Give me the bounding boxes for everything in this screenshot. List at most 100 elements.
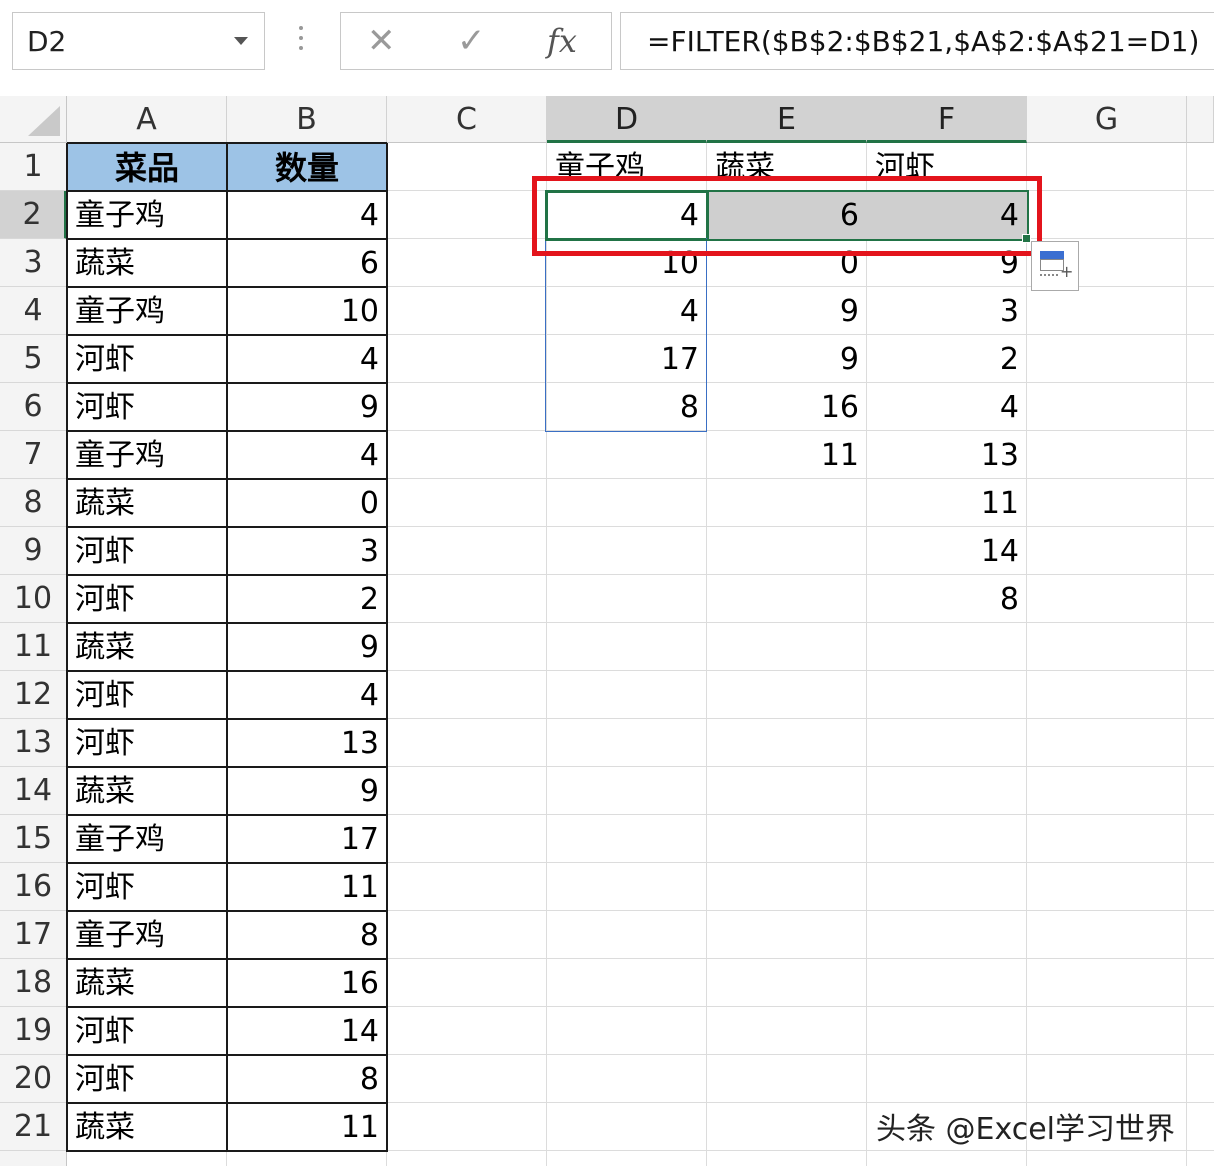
row-header-next[interactable] (0, 1151, 67, 1166)
dish-cell[interactable]: 河虾 (67, 863, 227, 911)
column-header-next[interactable] (1187, 96, 1214, 143)
row-header-9[interactable]: 9 (0, 527, 67, 575)
row-header-8[interactable]: 8 (0, 479, 67, 527)
quantity-cell[interactable]: 16 (227, 959, 387, 1007)
dish-cell[interactable]: 河虾 (67, 527, 227, 575)
select-all-button[interactable] (0, 96, 67, 143)
filter-result-cell[interactable]: 14 (867, 527, 1027, 575)
row-header-13[interactable]: 13 (0, 719, 67, 767)
quantity-cell[interactable]: 4 (227, 671, 387, 719)
quantity-cell[interactable]: 9 (227, 767, 387, 815)
filter-result-cell[interactable]: 8 (867, 575, 1027, 623)
row-header-2[interactable]: 2 (0, 191, 67, 239)
quantity-cell[interactable]: 2 (227, 575, 387, 623)
drag-handle-icon[interactable] (296, 26, 306, 56)
dish-cell[interactable]: 童子鸡 (67, 287, 227, 335)
dish-cell[interactable]: 蔬菜 (67, 959, 227, 1007)
dish-cell[interactable]: 河虾 (67, 719, 227, 767)
enter-icon[interactable]: ✓ (457, 21, 486, 61)
quantity-cell[interactable]: 4 (227, 191, 387, 239)
cancel-icon[interactable]: ✕ (367, 21, 396, 61)
row-header-18[interactable]: 18 (0, 959, 67, 1007)
row-header-4[interactable]: 4 (0, 287, 67, 335)
filter-result-cell[interactable]: 9 (707, 287, 867, 335)
dish-cell[interactable]: 童子鸡 (67, 911, 227, 959)
dish-cell[interactable]: 童子鸡 (67, 815, 227, 863)
column-header-e[interactable]: E (707, 96, 867, 143)
quantity-cell[interactable]: 14 (227, 1007, 387, 1055)
select-all-icon (28, 106, 60, 136)
row-header-21[interactable]: 21 (0, 1103, 67, 1151)
formula-text: =FILTER($B$2:$B$21,$A$2:$A$21=D1) (647, 25, 1200, 58)
quantity-cell[interactable]: 9 (227, 383, 387, 431)
table-border (67, 382, 387, 384)
filter-result-cell[interactable]: 3 (867, 287, 1027, 335)
filter-result-cell[interactable]: 16 (707, 383, 867, 431)
quantity-cell[interactable]: 11 (227, 1103, 387, 1151)
table-border (67, 238, 387, 240)
insert-function-icon[interactable]: fx (547, 21, 577, 61)
dish-cell[interactable]: 蔬菜 (67, 239, 227, 287)
row-header-3[interactable]: 3 (0, 239, 67, 287)
quick-analysis-icon[interactable]: + (1031, 241, 1079, 291)
dish-cell[interactable]: 蔬菜 (67, 623, 227, 671)
quantity-cell[interactable]: 13 (227, 719, 387, 767)
row-header-16[interactable]: 16 (0, 863, 67, 911)
row-header-19[interactable]: 19 (0, 1007, 67, 1055)
table-header-cell[interactable]: 数量 (227, 143, 387, 191)
quantity-cell[interactable]: 10 (227, 287, 387, 335)
filter-result-cell[interactable]: 13 (867, 431, 1027, 479)
row-header-14[interactable]: 14 (0, 767, 67, 815)
table-border (67, 142, 387, 144)
column-header-b[interactable]: B (227, 96, 387, 143)
dish-cell[interactable]: 河虾 (67, 671, 227, 719)
dish-cell[interactable]: 蔬菜 (67, 479, 227, 527)
column-header-a[interactable]: A (67, 96, 227, 143)
quantity-cell[interactable]: 6 (227, 239, 387, 287)
column-header-g[interactable]: G (1027, 96, 1187, 143)
chevron-down-icon[interactable] (234, 37, 248, 45)
table-border (226, 143, 228, 1152)
dish-cell[interactable]: 童子鸡 (67, 191, 227, 239)
column-header-d[interactable]: D (547, 96, 707, 143)
dish-cell[interactable]: 蔬菜 (67, 767, 227, 815)
name-box[interactable]: D2 (12, 12, 265, 70)
filter-result-cell[interactable]: 2 (867, 335, 1027, 383)
quantity-cell[interactable]: 4 (227, 431, 387, 479)
quantity-cell[interactable]: 8 (227, 1055, 387, 1103)
quantity-cell[interactable]: 3 (227, 527, 387, 575)
dish-cell[interactable]: 蔬菜 (67, 1103, 227, 1151)
dish-cell[interactable]: 河虾 (67, 1007, 227, 1055)
row-header-12[interactable]: 12 (0, 671, 67, 719)
row-header-1[interactable]: 1 (0, 143, 67, 191)
quantity-cell[interactable]: 4 (227, 335, 387, 383)
quantity-cell[interactable]: 0 (227, 479, 387, 527)
filter-result-cell[interactable]: 11 (867, 479, 1027, 527)
dish-cell[interactable]: 河虾 (67, 383, 227, 431)
table-border (67, 1102, 387, 1104)
quantity-cell[interactable]: 9 (227, 623, 387, 671)
dish-cell[interactable]: 河虾 (67, 335, 227, 383)
filter-result-cell[interactable]: 9 (707, 335, 867, 383)
row-header-11[interactable]: 11 (0, 623, 67, 671)
dish-cell[interactable]: 河虾 (67, 575, 227, 623)
row-header-6[interactable]: 6 (0, 383, 67, 431)
row-header-15[interactable]: 15 (0, 815, 67, 863)
formula-input[interactable]: =FILTER($B$2:$B$21,$A$2:$A$21=D1) (620, 12, 1214, 70)
row-header-7[interactable]: 7 (0, 431, 67, 479)
row-header-5[interactable]: 5 (0, 335, 67, 383)
column-header-c[interactable]: C (387, 96, 547, 143)
filter-result-cell[interactable]: 4 (867, 383, 1027, 431)
quantity-cell[interactable]: 17 (227, 815, 387, 863)
quantity-cell[interactable]: 11 (227, 863, 387, 911)
table-border (67, 190, 387, 192)
column-header-f[interactable]: F (867, 96, 1027, 143)
row-header-10[interactable]: 10 (0, 575, 67, 623)
filter-result-cell[interactable]: 11 (707, 431, 867, 479)
quantity-cell[interactable]: 8 (227, 911, 387, 959)
dish-cell[interactable]: 河虾 (67, 1055, 227, 1103)
row-header-17[interactable]: 17 (0, 911, 67, 959)
dish-cell[interactable]: 童子鸡 (67, 431, 227, 479)
table-header-cell[interactable]: 菜品 (67, 143, 227, 191)
row-header-20[interactable]: 20 (0, 1055, 67, 1103)
